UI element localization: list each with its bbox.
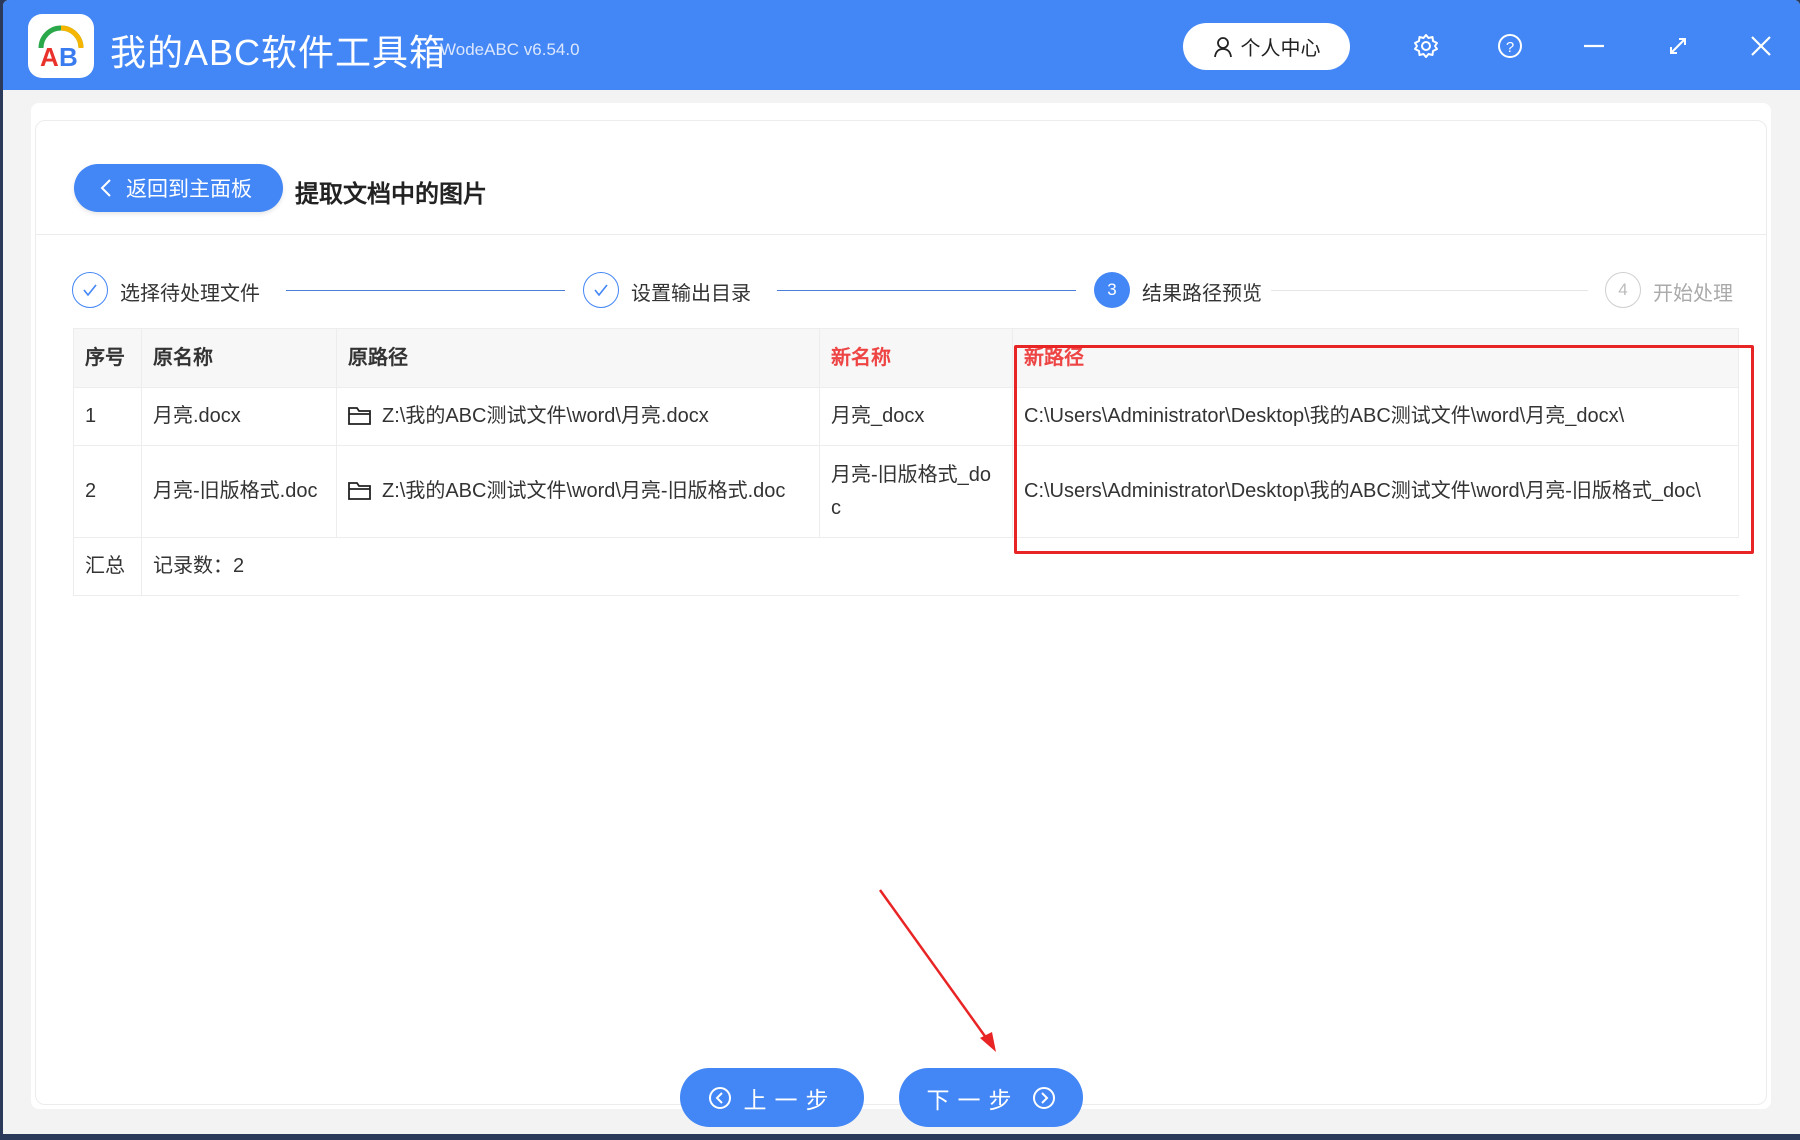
cell-name: 月亮.docx (141, 387, 337, 446)
app-logo: A B (28, 14, 94, 78)
settings-gear-icon[interactable] (1408, 28, 1444, 64)
col-new-name: 新名称 (819, 328, 1013, 388)
app-window: A B 我的ABC软件工具箱 WodeABC v6.54.0 个人中心 ? 返回… (3, 0, 1800, 1134)
chevron-left-icon (100, 179, 111, 197)
user-icon (1213, 36, 1232, 57)
step-1-check-icon (72, 272, 108, 308)
cell-path: Z:\我的ABC测试文件\word\月亮-旧版格式.doc (336, 445, 820, 538)
svg-text:?: ? (1506, 39, 1514, 56)
step-connector (1271, 290, 1588, 291)
previous-step-label: 上一步 (743, 1086, 837, 1113)
title-bar: A B 我的ABC软件工具箱 WodeABC v6.54.0 个人中心 ? (3, 0, 1800, 90)
user-center-button[interactable]: 个人中心 (1183, 23, 1350, 70)
step-2-label: 设置输出目录 (631, 283, 751, 305)
cell-new-name: 月亮_docx (819, 387, 1013, 446)
step-connector (286, 290, 565, 291)
main-card: 返回到主面板 提取文档中的图片 选择待处理文件 设置输出目录 3 结果路径预览 … (31, 103, 1771, 1127)
folder-icon[interactable] (348, 481, 372, 501)
cell-name: 月亮-旧版格式.doc (141, 445, 337, 538)
col-name: 原名称 (141, 328, 337, 388)
previous-step-button[interactable]: 上一步 (680, 1068, 864, 1127)
step-2-check-icon (583, 272, 619, 308)
next-step-label: 下一步 (926, 1086, 1020, 1113)
summary-label: 汇总 (73, 537, 142, 596)
folder-icon[interactable] (348, 406, 372, 426)
step-4-label: 开始处理 (1653, 283, 1733, 305)
path-text: Z:\我的ABC测试文件\word\月亮.docx (382, 405, 709, 427)
next-step-button[interactable]: 下一步 (899, 1068, 1083, 1127)
app-title: 我的ABC软件工具箱 (110, 32, 447, 73)
close-icon[interactable] (1743, 28, 1779, 64)
cell-new-name: 月亮-旧版格式_doc (819, 445, 1013, 538)
col-path: 原路径 (336, 328, 820, 388)
highlight-box (1014, 345, 1754, 554)
annotation-arrow (878, 889, 996, 1052)
page-title: 提取文档中的图片 (295, 181, 487, 208)
content-panel: 返回到主面板 提取文档中的图片 选择待处理文件 设置输出目录 3 结果路径预览 … (35, 120, 1767, 1127)
svg-text:B: B (59, 42, 78, 70)
chevron-left-circle-icon (708, 1086, 731, 1109)
step-4-number: 4 (1605, 272, 1641, 308)
maximize-icon[interactable] (1660, 28, 1696, 64)
cell-path: Z:\我的ABC测试文件\word\月亮.docx (336, 387, 820, 446)
cell-index: 2 (73, 445, 142, 538)
back-label: 返回到主面板 (126, 178, 252, 201)
chevron-right-circle-icon (1032, 1086, 1055, 1109)
col-index: 序号 (73, 328, 142, 388)
step-3-number: 3 (1094, 272, 1130, 308)
step-connector (777, 290, 1076, 291)
divider (36, 234, 1766, 235)
back-to-main-button[interactable]: 返回到主面板 (74, 164, 283, 212)
path-text: Z:\我的ABC测试文件\word\月亮-旧版格式.doc (382, 480, 786, 502)
help-icon[interactable]: ? (1492, 28, 1528, 64)
cell-index: 1 (73, 387, 142, 446)
app-version: WodeABC v6.54.0 (440, 40, 580, 59)
user-center-label: 个人中心 (1240, 38, 1321, 60)
svg-text:A: A (40, 42, 59, 70)
step-1-label: 选择待处理文件 (120, 283, 260, 305)
step-3-label: 结果路径预览 (1142, 283, 1262, 305)
minimize-icon[interactable] (1576, 28, 1612, 64)
